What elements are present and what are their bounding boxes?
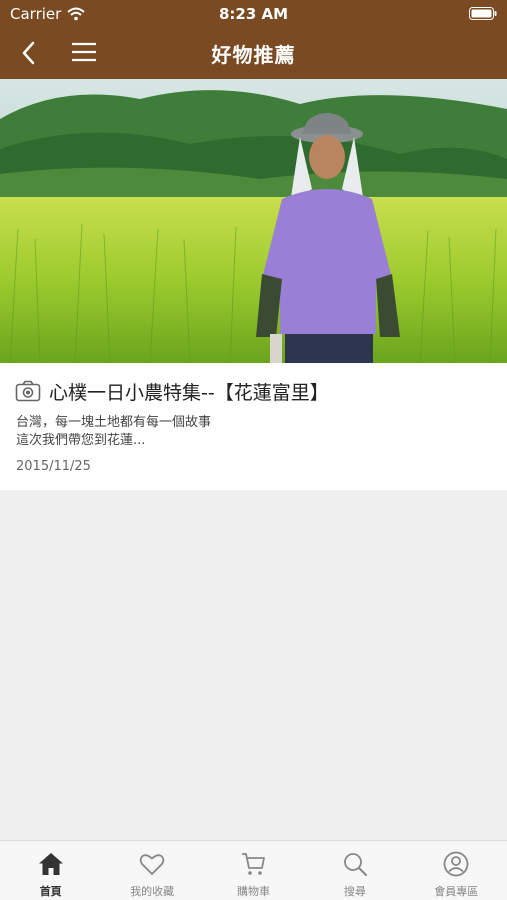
camera-icon — [15, 380, 41, 402]
article-title-row: 心樸一日小農特集--【花蓮富里】 — [15, 377, 495, 405]
tab-search[interactable]: 搜尋 — [304, 841, 405, 900]
tab-cart[interactable]: 購物車 — [203, 841, 304, 900]
tab-label: 購物車 — [236, 885, 270, 898]
app-header: Carrier 8:23 AM 好物推薦 — [0, 0, 507, 79]
cart-icon — [242, 853, 266, 875]
bottom-tab-bar: 首頁 我的收藏 購物車 搜尋 會員專區 — [0, 840, 507, 900]
page-title: 好物推薦 — [211, 43, 296, 67]
navigation-bar: 好物推薦 — [0, 28, 507, 79]
search-icon — [343, 853, 367, 876]
article-description: 台灣，每一塊土地都有每一個故事 這次我們帶您到花蓮... — [16, 414, 486, 450]
home-icon — [38, 853, 63, 875]
tab-member[interactable]: 會員專區 — [406, 841, 507, 900]
tab-favorites[interactable]: 我的收藏 — [101, 841, 202, 900]
article-description-line: 台灣，每一塊土地都有每一個故事 — [16, 415, 212, 430]
user-icon — [443, 851, 469, 877]
tab-home[interactable]: 首頁 — [0, 841, 101, 900]
tab-label: 我的收藏 — [130, 885, 175, 898]
tab-label: 會員專區 — [434, 885, 479, 898]
tab-label: 搜尋 — [343, 885, 366, 898]
article-date: 2015/11/25 — [16, 459, 91, 474]
status-bar: Carrier 8:23 AM — [0, 0, 507, 28]
article-photo — [0, 79, 507, 363]
status-time: 8:23 AM — [218, 5, 289, 23]
article-title: 心樸一日小農特集--【花蓮富里】 — [49, 381, 329, 404]
tab-label: 首頁 — [39, 885, 62, 898]
article-card[interactable]: 心樸一日小農特集--【花蓮富里】 台灣，每一塊土地都有每一個故事 這次我們帶您到… — [0, 79, 507, 490]
heart-icon — [139, 854, 165, 875]
battery-icon — [469, 7, 497, 20]
article-description-line: 這次我們帶您到花蓮... — [16, 433, 146, 448]
